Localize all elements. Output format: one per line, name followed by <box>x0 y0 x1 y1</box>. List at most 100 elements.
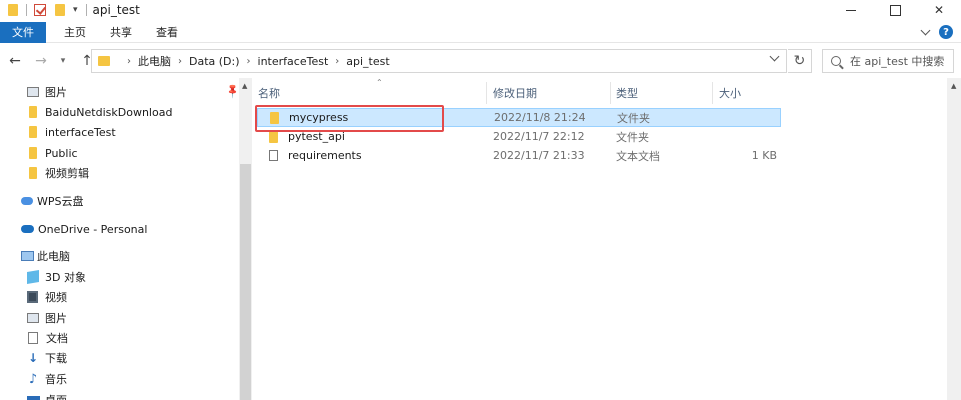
tab-home[interactable]: 主页 <box>52 22 98 43</box>
address-dropdown-icon[interactable] <box>769 51 780 62</box>
sidebar-item-label: WPS云盘 <box>37 195 84 208</box>
sidebar-item-downloads[interactable]: ↓ 下载 <box>27 349 67 367</box>
folder-icon <box>6 3 20 17</box>
navigation-bar: ← → ▾ ↑ › 此电脑 › Data (D:) › interfaceTes… <box>0 46 961 76</box>
file-date: 2022/11/7 22:12 <box>493 130 585 143</box>
minimize-button[interactable] <box>829 0 873 20</box>
search-icon <box>831 56 841 66</box>
column-header-size[interactable]: 大小 <box>719 82 741 104</box>
sidebar-item-label: 文档 <box>46 332 68 345</box>
sidebar-item-label: 图片 <box>45 86 67 99</box>
onedrive-icon <box>21 225 34 233</box>
file-type: 文本文档 <box>616 149 660 163</box>
tab-file[interactable]: 文件 <box>0 21 46 43</box>
window-title: api_test <box>92 3 140 17</box>
sidebar-item-wps-cloud[interactable]: WPS云盘 <box>21 192 84 210</box>
customize-toolbar-icon[interactable]: ▾ <box>73 5 78 15</box>
recent-locations-button[interactable]: ▾ <box>54 51 72 71</box>
file-size <box>716 109 776 126</box>
close-button[interactable]: ✕ <box>917 0 961 20</box>
breadcrumb-this-pc[interactable]: 此电脑 <box>138 53 171 69</box>
sidebar-item-label: 3D 对象 <box>45 271 86 284</box>
sidebar-item-video-editing[interactable]: 视频剪辑 <box>29 164 89 182</box>
quick-access-toolbar: ▾ <box>0 0 93 20</box>
folder-icon <box>98 56 110 66</box>
documents-icon <box>28 332 38 344</box>
desktop-icon <box>27 395 40 400</box>
sidebar-item-music[interactable]: ♪ 音乐 <box>27 370 67 388</box>
address-bar[interactable]: › 此电脑 › Data (D:) › interfaceTest › api_… <box>91 49 787 73</box>
annotation-highlight-box <box>255 105 444 132</box>
pictures-icon <box>27 87 39 97</box>
file-list-scrollbar[interactable]: ▲ <box>947 78 961 400</box>
maximize-button[interactable] <box>873 0 917 20</box>
breadcrumb-drive[interactable]: Data (D:) <box>189 55 240 68</box>
title-bar: ▾ api_test ✕ <box>0 0 961 20</box>
navigation-pane-scrollbar[interactable]: ▲ <box>239 78 252 400</box>
sidebar-item-3d-objects[interactable]: 3D 对象 <box>27 268 86 286</box>
help-icon[interactable]: ? <box>939 25 953 39</box>
back-button[interactable]: ← <box>6 51 24 71</box>
sidebar-item-label: 音乐 <box>45 373 67 386</box>
breadcrumb-interfacetest[interactable]: interfaceTest <box>258 55 329 68</box>
text-file-icon <box>269 150 278 161</box>
downloads-icon: ↓ <box>27 351 39 365</box>
file-name-cell: requirements <box>269 147 362 164</box>
folder-icon <box>29 167 37 179</box>
this-pc-icon <box>21 251 34 261</box>
scroll-up-icon[interactable]: ▲ <box>951 82 956 90</box>
sidebar-item-videos[interactable]: 视频 <box>27 288 67 306</box>
column-divider[interactable] <box>712 82 713 104</box>
scroll-up-icon[interactable]: ▲ <box>242 82 247 90</box>
search-input[interactable]: 在 api_test 中搜索 <box>822 49 954 73</box>
sidebar-item-label: interfaceTest <box>45 125 116 139</box>
3d-objects-icon <box>27 269 39 285</box>
sidebar-item-interfacetest[interactable]: interfaceTest <box>29 123 116 141</box>
chevron-right-icon[interactable]: › <box>335 56 339 67</box>
videos-icon <box>27 291 38 303</box>
forward-button[interactable]: → <box>32 51 50 71</box>
sidebar-item-desktop[interactable]: 桌面 <box>27 391 67 400</box>
column-divider[interactable] <box>486 82 487 104</box>
column-header-name[interactable]: 名称 <box>258 82 280 104</box>
sidebar-item-label: 桌面 <box>45 392 67 400</box>
sidebar-item-label: Public <box>45 146 78 160</box>
file-date: 2022/11/8 21:24 <box>494 111 586 124</box>
column-divider[interactable] <box>610 82 611 104</box>
sidebar-item-label: 此电脑 <box>37 250 70 263</box>
sidebar-item-baidunetdisk[interactable]: BaiduNetdiskDownload <box>29 103 172 121</box>
divider <box>85 4 87 16</box>
file-row-requirements[interactable]: requirements 2022/11/7 21:33 文本文档 1 KB <box>257 147 781 166</box>
folder-icon <box>29 147 37 159</box>
sidebar-item-onedrive[interactable]: OneDrive - Personal <box>21 220 147 238</box>
new-folder-icon[interactable] <box>53 3 67 17</box>
chevron-right-icon[interactable]: › <box>178 56 182 67</box>
window-controls: ✕ <box>829 0 961 20</box>
chevron-right-icon[interactable]: › <box>247 56 251 67</box>
tab-share[interactable]: 共享 <box>98 22 144 43</box>
ribbon-tabs: 文件 主页 共享 查看 ? <box>0 21 961 43</box>
sort-caret-icon: ⌃ <box>376 78 383 87</box>
folder-icon <box>269 130 278 143</box>
column-header-type[interactable]: 类型 <box>616 82 638 104</box>
file-size <box>717 128 777 145</box>
sidebar-item-label: 图片 <box>45 312 67 325</box>
sidebar-item-documents[interactable]: 文档 <box>28 329 68 347</box>
column-header-date[interactable]: 修改日期 <box>493 82 537 104</box>
breadcrumb-api-test[interactable]: api_test <box>346 55 389 68</box>
tab-view[interactable]: 查看 <box>144 22 190 43</box>
chevron-right-icon[interactable]: › <box>127 56 131 67</box>
sidebar-item-label: 下载 <box>45 352 67 365</box>
sidebar-item-label: 视频剪辑 <box>45 167 89 180</box>
sidebar-item-pictures[interactable]: 图片 <box>27 309 67 327</box>
scrollbar-thumb[interactable] <box>240 164 251 400</box>
properties-check-icon[interactable] <box>33 3 47 17</box>
sidebar-item-public[interactable]: Public <box>29 144 78 162</box>
file-name: requirements <box>288 149 362 162</box>
sidebar-item-label: BaiduNetdiskDownload <box>45 105 173 119</box>
sidebar-item-this-pc[interactable]: 此电脑 <box>21 247 70 265</box>
file-size: 1 KB <box>751 149 777 162</box>
sidebar-item-pictures-quick[interactable]: 图片 <box>27 83 67 101</box>
refresh-button[interactable]: ↻ <box>788 49 812 73</box>
expand-ribbon-icon[interactable] <box>920 25 931 36</box>
